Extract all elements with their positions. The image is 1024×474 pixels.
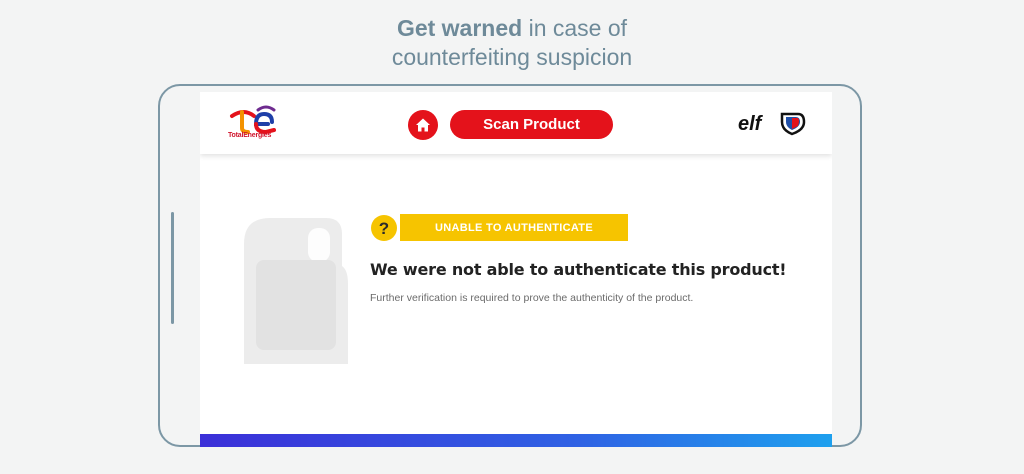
result-description: Further verification is required to prov…	[370, 292, 694, 304]
scan-product-button[interactable]: Scan Product	[450, 110, 613, 139]
headline-bold: Get warned	[396, 15, 523, 41]
result-title: We were not able to authenticate this pr…	[370, 260, 787, 279]
home-button[interactable]	[408, 110, 438, 140]
status-badge: UNABLE TO AUTHENTICATE	[400, 214, 628, 241]
device-side-button	[171, 212, 174, 324]
app-header: TotalEnergies Scan Product elf	[200, 92, 832, 154]
svg-text:?: ?	[379, 219, 389, 238]
svg-text:elf: elf	[738, 113, 764, 135]
home-icon	[416, 118, 430, 132]
app-screen: TotalEnergies Scan Product elf ? UNABLE …	[200, 92, 832, 447]
brand-name: TotalEnergies	[228, 132, 272, 139]
bottom-gradient-bar	[200, 434, 832, 447]
headline-rest: in case of	[522, 15, 628, 41]
question-icon: ?	[371, 215, 397, 241]
headline: Get warned in case of counterfeiting sus…	[0, 14, 1024, 72]
headline-line2: counterfeiting suspicion	[391, 44, 633, 70]
product-bottle-image	[244, 218, 348, 364]
result-panel: ? UNABLE TO AUTHENTICATE We were not abl…	[200, 154, 832, 434]
elf-logo: elf	[738, 112, 806, 136]
